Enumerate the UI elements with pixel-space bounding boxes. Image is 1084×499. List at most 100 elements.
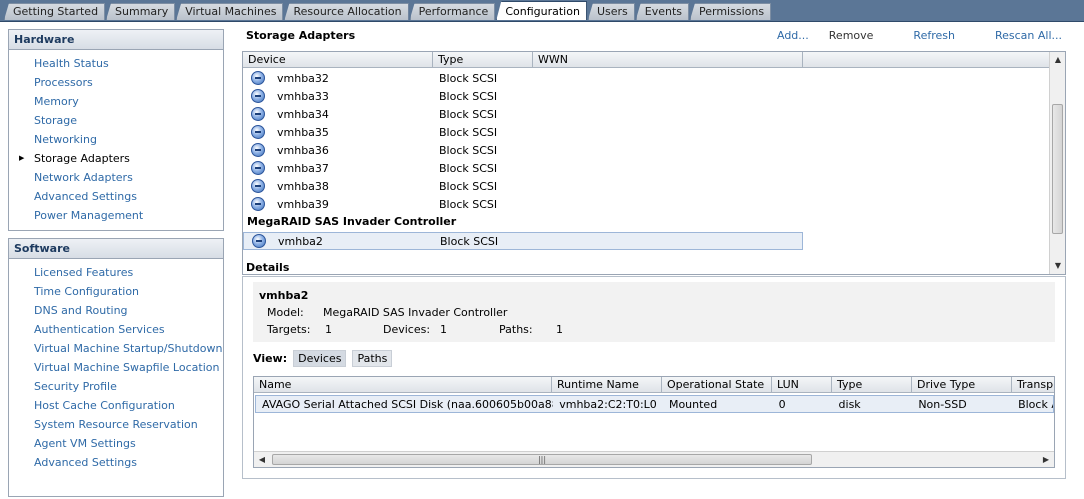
- nav-security-profile[interactable]: Security Profile: [9, 377, 223, 396]
- adapter-row[interactable]: vmhba35 Block SCSI: [243, 123, 533, 141]
- scroll-up-icon[interactable]: ▲: [1050, 52, 1065, 68]
- col-operational-state[interactable]: Operational State: [662, 377, 772, 393]
- adapter-row[interactable]: vmhba34 Block SCSI: [243, 105, 533, 123]
- scroll-right-icon[interactable]: ▶: [1038, 452, 1054, 467]
- device-transport: Block A: [1018, 397, 1053, 411]
- col-drive-type[interactable]: Drive Type: [912, 377, 1012, 393]
- tab-resource-allocation[interactable]: Resource Allocation: [284, 3, 409, 20]
- nav-networking[interactable]: Networking: [9, 130, 223, 149]
- adapter-row[interactable]: vmhba39 Block SCSI: [243, 195, 533, 213]
- storage-adapter-icon: [251, 89, 265, 103]
- adapter-type: Block SCSI: [439, 197, 498, 211]
- right-panel: Storage Adapters Add... Remove Refresh R…: [240, 22, 1084, 499]
- adapter-row[interactable]: vmhba36 Block SCSI: [243, 141, 533, 159]
- nav-power-management[interactable]: Power Management: [9, 206, 223, 225]
- nav-storage-adapters-label: Storage Adapters: [34, 152, 130, 165]
- adapter-row-selected[interactable]: vmhba2 Block SCSI: [243, 232, 803, 250]
- nav-storage-adapters[interactable]: ▶ Storage Adapters: [9, 149, 223, 168]
- device-runtime-name: vmhba2:C2:T0:L0: [559, 397, 657, 411]
- nav-processors[interactable]: Processors: [9, 73, 223, 92]
- col-type[interactable]: Type: [832, 377, 912, 393]
- nav-system-resource-reservation[interactable]: System Resource Reservation: [9, 415, 223, 434]
- model-value: MegaRAID SAS Invader Controller: [323, 306, 508, 319]
- adapter-device: vmhba36: [277, 143, 329, 157]
- nav-storage[interactable]: Storage: [9, 111, 223, 130]
- devices-horizontal-scrollbar[interactable]: ◀ ||| ▶: [254, 451, 1054, 467]
- tab-summary[interactable]: Summary: [106, 3, 176, 20]
- col-name[interactable]: Name: [254, 377, 552, 393]
- adapter-device: vmhba33: [277, 89, 329, 103]
- tab-virtual-machines[interactable]: Virtual Machines: [176, 3, 284, 20]
- adapter-row[interactable]: vmhba38 Block SCSI: [243, 177, 533, 195]
- adapter-type: Block SCSI: [439, 89, 498, 103]
- nav-time-configuration[interactable]: Time Configuration: [9, 282, 223, 301]
- targets-label: Targets:: [267, 323, 311, 336]
- col-wwn[interactable]: WWN: [533, 52, 803, 68]
- nav-agent-vm-settings[interactable]: Agent VM Settings: [9, 434, 223, 453]
- nav-memory[interactable]: Memory: [9, 92, 223, 111]
- nav-advanced-settings-hw[interactable]: Advanced Settings: [9, 187, 223, 206]
- adapters-grid-header: Device Type WWN: [243, 52, 1049, 68]
- device-lun: 0: [778, 397, 786, 411]
- adapters-vertical-scrollbar[interactable]: ▲ ▼: [1049, 52, 1065, 274]
- adapter-device: vmhba32: [277, 71, 329, 85]
- tab-performance[interactable]: Performance: [409, 3, 496, 20]
- tab-users[interactable]: Users: [587, 3, 635, 20]
- tab-getting-started[interactable]: Getting Started: [4, 3, 106, 20]
- adapter-row[interactable]: vmhba32 Block SCSI: [243, 69, 533, 87]
- remove-button[interactable]: Remove: [829, 29, 874, 42]
- device-row[interactable]: AVAGO Serial Attached SCSI Disk (naa.600…: [255, 395, 1054, 413]
- adapter-row[interactable]: vmhba37 Block SCSI: [243, 159, 533, 177]
- nav-vm-startup-shutdown[interactable]: Virtual Machine Startup/Shutdown: [9, 339, 223, 358]
- view-paths-button[interactable]: Paths: [352, 350, 393, 367]
- nav-vm-swapfile-location[interactable]: Virtual Machine Swapfile Location: [9, 358, 223, 377]
- col-type[interactable]: Type: [433, 52, 533, 68]
- col-lun[interactable]: LUN: [772, 377, 832, 393]
- selected-arrow-icon: ▶: [19, 154, 25, 162]
- scroll-thumb[interactable]: [1052, 104, 1063, 234]
- add-button[interactable]: Add...: [777, 29, 809, 42]
- view-devices-button[interactable]: Devices: [293, 350, 347, 367]
- nav-health-status[interactable]: Health Status: [9, 54, 223, 73]
- device-operational-state: Mounted: [668, 397, 718, 411]
- tab-permissions[interactable]: Permissions: [690, 3, 772, 20]
- device-name: AVAGO Serial Attached SCSI Disk (naa.600…: [262, 397, 554, 411]
- adapter-type: Block SCSI: [439, 143, 498, 157]
- adapter-row[interactable]: vmhba33 Block SCSI: [243, 87, 533, 105]
- adapter-type: Block SCSI: [439, 71, 498, 85]
- tab-events[interactable]: Events: [635, 3, 689, 20]
- paths-value: 1: [556, 323, 563, 336]
- nav-network-adapters[interactable]: Network Adapters: [9, 168, 223, 187]
- scroll-left-icon[interactable]: ◀: [254, 452, 270, 467]
- adapter-device: vmhba39: [277, 197, 329, 211]
- rescan-all-button[interactable]: Rescan All...: [995, 29, 1062, 42]
- nav-dns-routing[interactable]: DNS and Routing: [9, 301, 223, 320]
- col-empty: [803, 52, 1049, 68]
- adapter-type: Block SCSI: [440, 234, 499, 248]
- view-label: View:: [253, 352, 288, 365]
- col-device[interactable]: Device: [243, 52, 433, 68]
- left-panel: Hardware Health Status Processors Memory…: [0, 22, 232, 499]
- nav-advanced-settings-sw[interactable]: Advanced Settings: [9, 453, 223, 472]
- hardware-header: Hardware: [9, 30, 223, 50]
- adapter-device: vmhba34: [277, 107, 329, 121]
- col-transport[interactable]: Transp: [1012, 377, 1054, 393]
- nav-licensed-features[interactable]: Licensed Features: [9, 263, 223, 282]
- nav-host-cache-configuration[interactable]: Host Cache Configuration: [9, 396, 223, 415]
- detail-adapter-name: vmhba2: [259, 289, 309, 302]
- tab-bar: Getting Started Summary Virtual Machines…: [0, 0, 1084, 22]
- hscroll-thumb[interactable]: |||: [272, 454, 812, 465]
- col-runtime-name[interactable]: Runtime Name: [552, 377, 662, 393]
- adapter-type: Block SCSI: [439, 161, 498, 175]
- adapter-group-label: MegaRAID SAS Invader Controller: [247, 215, 457, 228]
- storage-adapter-icon: [252, 234, 266, 248]
- storage-adapter-icon: [251, 107, 265, 121]
- refresh-button[interactable]: Refresh: [913, 29, 955, 42]
- device-drive-type: Non-SSD: [918, 397, 967, 411]
- tab-configuration[interactable]: Configuration: [496, 1, 587, 20]
- storage-adapter-icon: [251, 71, 265, 85]
- scroll-down-icon[interactable]: ▼: [1050, 258, 1065, 274]
- nav-authentication-services[interactable]: Authentication Services: [9, 320, 223, 339]
- details-title: Details: [246, 261, 290, 274]
- adapter-type: Block SCSI: [439, 125, 498, 139]
